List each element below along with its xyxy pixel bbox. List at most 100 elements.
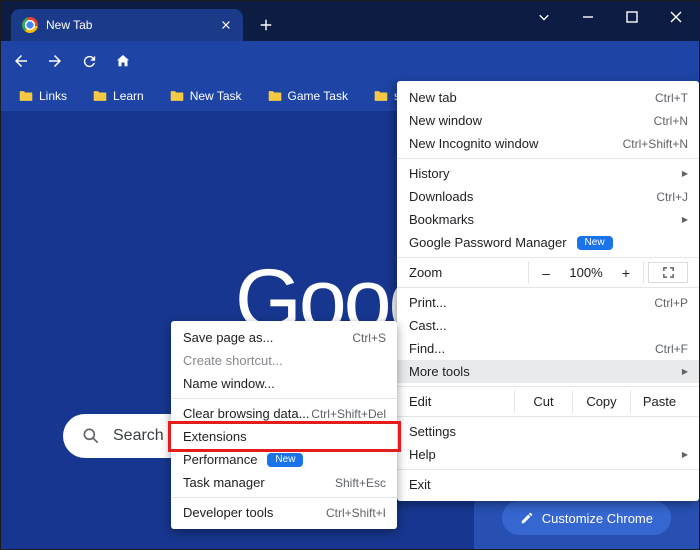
menu-item-edit: Edit Cut Copy Paste — [397, 390, 699, 413]
chrome-menu: New tab Ctrl+T New window Ctrl+N New Inc… — [397, 81, 699, 501]
zoom-level: 100% — [563, 265, 609, 280]
menu-item-shortcut: Ctrl+F — [655, 342, 688, 356]
new-badge: New — [577, 236, 613, 250]
refresh-icon[interactable] — [79, 51, 99, 71]
menu-item-label: Downloads — [409, 189, 473, 204]
menu-item-label: Developer tools — [183, 505, 273, 520]
menu-item-find[interactable]: Find... Ctrl+F — [397, 337, 699, 360]
menu-item-help[interactable]: Help ▶ — [397, 443, 699, 466]
folder-icon — [170, 90, 184, 102]
new-tab-button[interactable] — [257, 16, 275, 34]
menu-item-label: Clear browsing data... — [183, 406, 309, 421]
menu-separator — [397, 257, 699, 258]
folder-icon — [19, 90, 33, 102]
menu-separator — [397, 287, 699, 288]
pencil-icon — [520, 511, 534, 525]
submenu-arrow-icon: ▶ — [682, 450, 688, 459]
menu-item-new-tab[interactable]: New tab Ctrl+T — [397, 86, 699, 109]
close-button[interactable] — [659, 5, 693, 29]
menu-item-print[interactable]: Print... Ctrl+P — [397, 291, 699, 314]
folder-icon — [93, 90, 107, 102]
menu-item-label: New tab — [409, 90, 457, 105]
browser-window: New Tab — [0, 0, 700, 550]
fullscreen-icon — [662, 266, 675, 279]
menu-item-shortcut: Ctrl+P — [654, 296, 688, 310]
menu-item-label: Exit — [409, 477, 431, 492]
menu-item-new-incognito-window[interactable]: New Incognito window Ctrl+Shift+N — [397, 132, 699, 155]
submenu-arrow-icon: ▶ — [682, 215, 688, 224]
edit-paste-button[interactable]: Paste — [630, 390, 688, 413]
bookmark-label: Learn — [113, 89, 144, 103]
menu-separator — [397, 469, 699, 470]
customize-chrome-button[interactable]: Customize Chrome — [502, 501, 671, 535]
menu-vertical-divider — [643, 261, 644, 284]
folder-icon — [268, 90, 282, 102]
extensions-highlight-annotation — [168, 421, 401, 452]
menu-item-label: Create shortcut... — [183, 353, 283, 368]
zoom-in-button[interactable]: + — [609, 265, 643, 281]
menu-item-bookmarks[interactable]: Bookmarks ▶ — [397, 208, 699, 231]
submenu-item-developer-tools[interactable]: Developer tools Ctrl+Shift+I — [171, 501, 397, 524]
menu-item-new-window[interactable]: New window Ctrl+N — [397, 109, 699, 132]
menu-item-label: History — [409, 166, 449, 181]
edit-cut-button[interactable]: Cut — [514, 390, 572, 413]
submenu-item-name-window[interactable]: Name window... — [171, 372, 397, 395]
menu-item-more-tools[interactable]: More tools ▶ — [397, 360, 699, 383]
menu-item-google-password-manager[interactable]: Google Password Manager New — [397, 231, 699, 254]
menu-item-shortcut: Ctrl+Shift+Del — [311, 407, 386, 421]
menu-item-label: Cast... — [409, 318, 447, 333]
submenu-arrow-icon: ▶ — [682, 169, 688, 178]
menu-item-shortcut: Ctrl+Shift+I — [326, 506, 386, 520]
menu-item-shortcut: Ctrl+J — [656, 190, 688, 204]
menu-item-shortcut: Shift+Esc — [335, 476, 386, 490]
back-icon[interactable] — [11, 51, 31, 71]
menu-item-label: Save page as... — [183, 330, 273, 345]
chrome-logo-icon — [22, 17, 38, 33]
menu-separator — [397, 416, 699, 417]
search-icon — [81, 426, 101, 446]
menu-item-shortcut: Ctrl+Shift+N — [623, 137, 688, 151]
menu-item-label: Edit — [409, 394, 431, 409]
menu-item-label: Performance — [183, 452, 257, 467]
maximize-button[interactable] — [615, 5, 649, 29]
bookmark-folder-new-task[interactable]: New Task — [170, 89, 242, 103]
tab-title: New Tab — [46, 18, 92, 32]
fullscreen-button[interactable] — [648, 262, 688, 283]
home-icon[interactable] — [113, 51, 133, 71]
menu-item-label: Name window... — [183, 376, 275, 391]
menu-item-label: Bookmarks — [409, 212, 474, 227]
edit-copy-button[interactable]: Copy — [572, 390, 630, 413]
menu-item-settings[interactable]: Settings — [397, 420, 699, 443]
tab-new-tab[interactable]: New Tab — [11, 9, 243, 41]
submenu-arrow-icon: ▶ — [682, 367, 688, 376]
menu-item-exit[interactable]: Exit — [397, 473, 699, 496]
bookmark-folder-learn[interactable]: Learn — [93, 89, 144, 103]
submenu-item-create-shortcut[interactable]: Create shortcut... — [171, 349, 397, 372]
menu-item-history[interactable]: History ▶ — [397, 162, 699, 185]
menu-separator — [397, 386, 699, 387]
menu-item-label: Task manager — [183, 475, 265, 490]
menu-separator — [171, 497, 397, 498]
menu-separator — [397, 158, 699, 159]
window-chevron-button[interactable] — [527, 5, 561, 29]
menu-item-cast[interactable]: Cast... — [397, 314, 699, 337]
bookmark-folder-game-task[interactable]: Game Task — [268, 89, 348, 103]
menu-item-label: New window — [409, 113, 482, 128]
bookmark-label: Links — [39, 89, 67, 103]
submenu-item-task-manager[interactable]: Task manager Shift+Esc — [171, 471, 397, 494]
menu-item-label: New Incognito window — [409, 136, 538, 151]
submenu-item-save-page-as[interactable]: Save page as... Ctrl+S — [171, 326, 397, 349]
minimize-button[interactable] — [571, 5, 605, 29]
bookmark-folder-links[interactable]: Links — [19, 89, 67, 103]
titlebar: New Tab — [1, 1, 699, 41]
menu-item-downloads[interactable]: Downloads Ctrl+J — [397, 185, 699, 208]
folder-icon — [374, 90, 388, 102]
zoom-out-button[interactable]: – — [529, 265, 563, 281]
menu-item-shortcut: Ctrl+S — [352, 331, 386, 345]
bookmark-label: Game Task — [288, 89, 348, 103]
menu-item-label: Google Password Manager — [409, 235, 567, 250]
menu-item-label: More tools — [409, 364, 470, 379]
forward-icon[interactable] — [45, 51, 65, 71]
tab-close-icon[interactable] — [217, 16, 235, 34]
customize-chrome-label: Customize Chrome — [542, 511, 653, 526]
